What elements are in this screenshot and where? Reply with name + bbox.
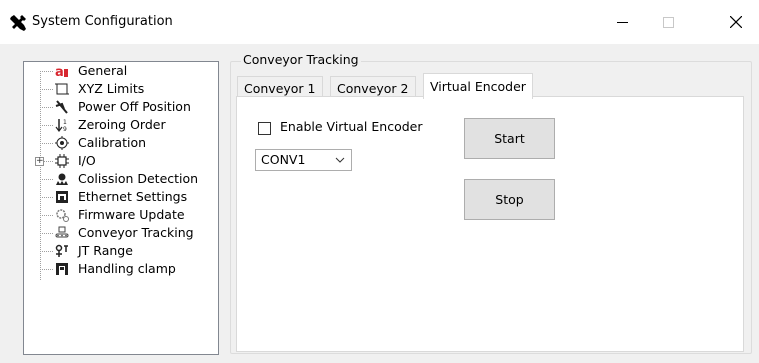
tree-item-label: Zeroing Order — [78, 117, 166, 132]
tree-branch — [40, 197, 53, 198]
enable-virtual-encoder-label[interactable]: Enable Virtual Encoder — [280, 119, 422, 134]
minimize-icon — [616, 21, 628, 23]
group-label: Conveyor Tracking — [241, 52, 361, 67]
chevron-down-icon — [335, 157, 345, 163]
start-button-label: Start — [494, 131, 525, 146]
tree-branch — [40, 251, 53, 252]
close-button[interactable] — [713, 0, 759, 44]
tab-label: Conveyor 1 — [244, 81, 316, 96]
tree-item-label: XYZ Limits — [78, 81, 145, 96]
tree-item-label: Colission Detection — [78, 171, 199, 186]
power-off-position-icon — [55, 100, 68, 114]
collision-detection-icon — [56, 173, 68, 185]
handling-clamp-icon — [56, 263, 68, 275]
tab-label: Virtual Encoder — [430, 79, 526, 94]
tree-branch — [40, 233, 53, 234]
tree-branch — [40, 269, 53, 270]
tree-branch — [40, 107, 53, 108]
tree-branch — [40, 215, 53, 216]
enable-virtual-encoder-checkbox[interactable] — [258, 122, 271, 135]
tree-item-label: Calibration — [78, 135, 147, 150]
stop-button-label: Stop — [495, 192, 524, 207]
expand-io-button[interactable]: + — [35, 157, 44, 166]
minimize-button[interactable] — [599, 0, 645, 44]
general-icon: a — [55, 65, 68, 78]
tree-item-label: General — [78, 63, 128, 78]
tab-virtual-encoder[interactable]: Virtual Encoder — [423, 73, 533, 99]
firmware-update-icon — [56, 209, 69, 222]
tree-item-label: Handling clamp — [78, 261, 176, 276]
tree-item-label: I/O — [78, 153, 96, 168]
tree-item-label: JT Range — [78, 243, 133, 258]
tree-branch — [40, 143, 53, 144]
tree-item-label: Power Off Position — [78, 99, 191, 114]
settings-tree[interactable]: a General XYZ Limits Power Off Position … — [23, 61, 219, 355]
svg-text:a: a — [55, 65, 64, 78]
svg-text:1: 1 — [63, 119, 67, 126]
stop-button[interactable]: Stop — [464, 179, 555, 220]
window-client: a General XYZ Limits Power Off Position … — [0, 44, 759, 363]
tree-item-label: Ethernet Settings — [78, 189, 188, 204]
conveyor-select[interactable]: CONV1 — [255, 149, 352, 171]
conveyor-tracking-icon — [55, 226, 69, 238]
tree-guide-line — [40, 71, 41, 280]
tree-branch — [40, 89, 53, 90]
title-bar: System Configuration — [0, 0, 759, 44]
ethernet-settings-icon — [56, 191, 68, 203]
tree-item-label: Conveyor Tracking — [78, 225, 194, 240]
jt-range-icon — [55, 244, 68, 257]
tools-icon — [10, 15, 26, 31]
io-icon — [55, 154, 69, 168]
svg-text:9: 9 — [63, 126, 67, 132]
maximize-icon — [662, 16, 674, 28]
window-title: System Configuration — [32, 14, 173, 29]
tree-item-label: Firmware Update — [78, 207, 185, 222]
start-button[interactable]: Start — [464, 118, 555, 159]
tree-branch — [44, 161, 53, 162]
tree-branch — [40, 125, 53, 126]
tree-branch — [40, 71, 53, 72]
tree-branch — [40, 179, 53, 180]
xyz-limits-icon — [55, 83, 69, 95]
conveyor-select-value: CONV1 — [261, 152, 306, 167]
calibration-icon — [55, 136, 69, 150]
zeroing-order-icon: 19 — [55, 119, 67, 132]
tab-label: Conveyor 2 — [337, 81, 409, 96]
maximize-button[interactable] — [645, 0, 691, 44]
close-icon — [730, 16, 742, 28]
